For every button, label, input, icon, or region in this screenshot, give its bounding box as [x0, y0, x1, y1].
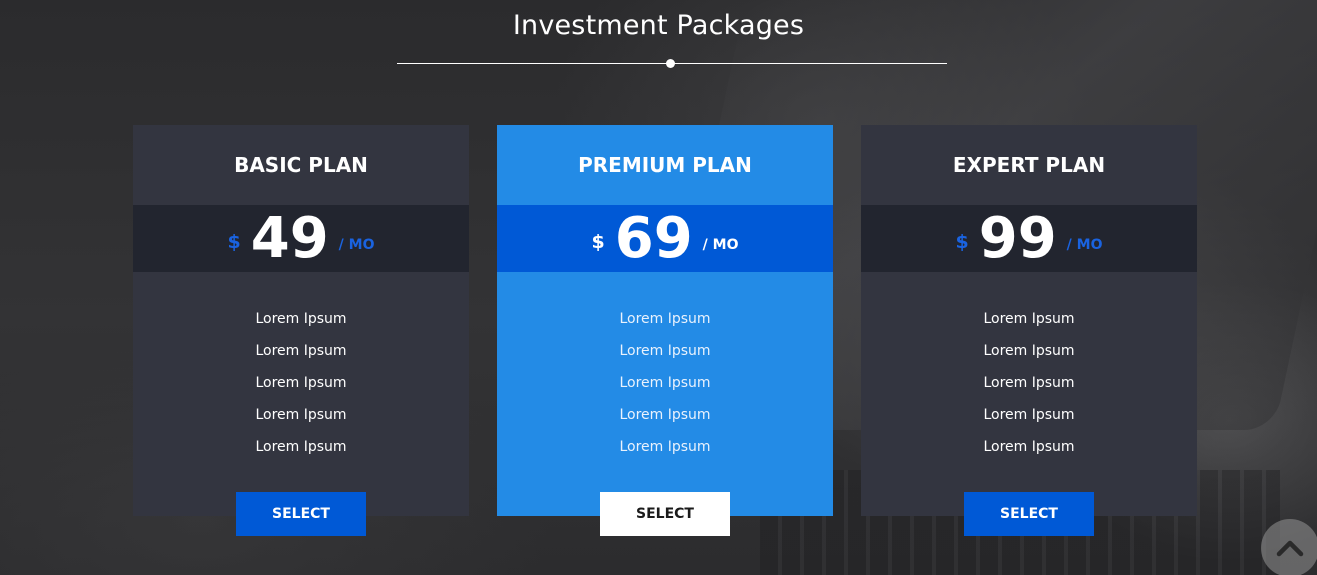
- price-amount: 99: [978, 205, 1057, 271]
- section-header: Investment Packages: [0, 10, 1317, 41]
- pricing-card-expert: EXPERT PLAN $ 99 / MO Lorem Ipsum Lorem …: [861, 125, 1197, 536]
- plan-name: EXPERT PLAN: [952, 153, 1106, 177]
- price-currency: $: [955, 230, 969, 253]
- feature-item: Lorem Ipsum: [255, 375, 347, 391]
- scroll-to-top-button[interactable]: [1261, 519, 1317, 575]
- feature-item: Lorem Ipsum: [983, 343, 1075, 359]
- price-band: $ 69 / MO: [497, 205, 833, 272]
- feature-item: Lorem Ipsum: [619, 375, 711, 391]
- price-band: $ 99 / MO: [861, 205, 1197, 272]
- feature-item: Lorem Ipsum: [619, 439, 711, 455]
- feature-item: Lorem Ipsum: [255, 439, 347, 455]
- feature-list: Lorem Ipsum Lorem Ipsum Lorem Ipsum Lore…: [861, 303, 1197, 463]
- chevron-up-icon: [1276, 540, 1304, 557]
- feature-list: Lorem Ipsum Lorem Ipsum Lorem Ipsum Lore…: [133, 303, 469, 463]
- feature-item: Lorem Ipsum: [255, 343, 347, 359]
- pricing-card-premium: PREMIUM PLAN $ 69 / MO Lorem Ipsum Lorem…: [497, 125, 833, 536]
- feature-list: Lorem Ipsum Lorem Ipsum Lorem Ipsum Lore…: [497, 303, 833, 463]
- price-currency: $: [591, 230, 605, 253]
- plan-name: BASIC PLAN: [234, 153, 368, 177]
- feature-item: Lorem Ipsum: [619, 343, 711, 359]
- title-divider-dot: [666, 59, 675, 68]
- price-period: / MO: [1066, 236, 1103, 253]
- price-period: / MO: [338, 236, 375, 253]
- feature-item: Lorem Ipsum: [255, 407, 347, 423]
- price-band: $ 49 / MO: [133, 205, 469, 272]
- select-expert-button[interactable]: SELECT: [964, 492, 1094, 536]
- price-currency: $: [227, 230, 241, 253]
- feature-item: Lorem Ipsum: [983, 311, 1075, 327]
- price-amount: 49: [250, 205, 329, 271]
- price-amount: 69: [614, 205, 693, 271]
- feature-item: Lorem Ipsum: [619, 407, 711, 423]
- select-basic-button[interactable]: SELECT: [236, 492, 366, 536]
- select-premium-button[interactable]: SELECT: [600, 492, 730, 536]
- feature-item: Lorem Ipsum: [983, 375, 1075, 391]
- pricing-card-basic: BASIC PLAN $ 49 / MO Lorem Ipsum Lorem I…: [133, 125, 469, 536]
- feature-item: Lorem Ipsum: [983, 407, 1075, 423]
- feature-item: Lorem Ipsum: [983, 439, 1075, 455]
- price-period: / MO: [702, 236, 739, 253]
- plan-name: PREMIUM PLAN: [578, 153, 752, 177]
- feature-item: Lorem Ipsum: [619, 311, 711, 327]
- section-title: Investment Packages: [512, 10, 805, 41]
- feature-item: Lorem Ipsum: [255, 311, 347, 327]
